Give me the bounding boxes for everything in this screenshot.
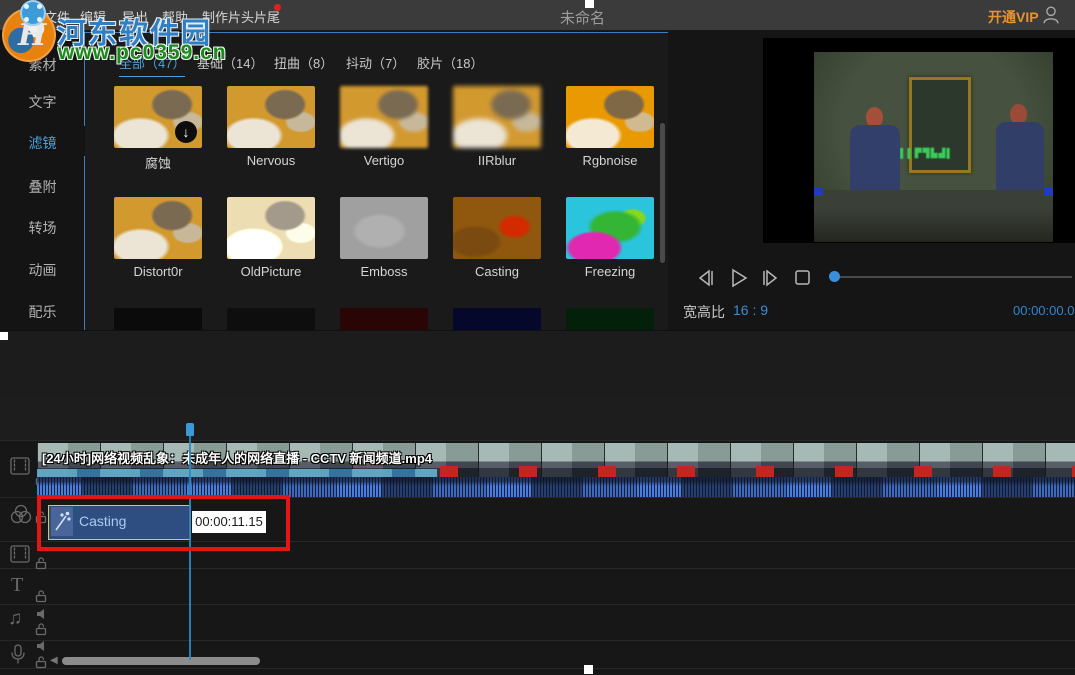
aspect-ratio-value[interactable]: 16 : 9: [733, 302, 768, 318]
video-track-icon: [8, 454, 32, 483]
sidebar-item-overlays[interactable]: 叠附: [0, 177, 85, 197]
anchor-right-body: [996, 122, 1044, 193]
seek-bar[interactable]: [836, 276, 1072, 278]
play-button[interactable]: [727, 266, 749, 295]
filter-thumb-row3[interactable]: [340, 308, 428, 332]
user-account-icon[interactable]: [1040, 4, 1062, 31]
download-icon: ↓: [175, 121, 197, 143]
filter-name: Casting: [453, 264, 541, 279]
filter-name: Emboss: [340, 264, 428, 279]
filter-name: OldPicture: [227, 264, 315, 279]
menu-file[interactable]: 文件: [44, 7, 70, 26]
text-track-icon: T: [11, 574, 23, 597]
filter-thumb-row3[interactable]: [453, 308, 541, 332]
window-artifact-left: [0, 332, 8, 340]
lock-track-icon[interactable]: [35, 655, 47, 674]
playhead-handle[interactable]: [186, 423, 194, 436]
panel-scrollbar[interactable]: [660, 123, 665, 263]
video-preview-image: ▌▌▛▜▙▟▌: [814, 52, 1053, 242]
sidebar-item-transitions[interactable]: 转场: [0, 218, 85, 238]
sidebar: 素材 文字 滤镜 叠附 转场 动画 配乐: [0, 30, 85, 330]
thumbnail-badges: [440, 466, 1075, 477]
aspect-ratio-label: 宽高比: [683, 302, 725, 322]
music-track-icon: ♫: [8, 608, 22, 630]
window-artifact-bottom: [584, 665, 593, 674]
filter-name: Freezing: [566, 264, 654, 279]
video-editor-window: 文件 编辑 导出 帮助 制作片头片尾 未命名 开通VIP H 河东软件园 www…: [0, 0, 1075, 675]
desk-marker-left: [814, 187, 823, 196]
studio-caption: ▌▌▛▜▙▟▌: [900, 148, 990, 159]
filter-name: Vertigo: [340, 153, 428, 168]
pip-track-icon: [8, 542, 32, 571]
next-frame-button[interactable]: [759, 266, 781, 295]
sidebar-item-music[interactable]: 配乐: [0, 302, 85, 322]
sidebar-item-animation[interactable]: 动画: [0, 260, 85, 280]
tab-distort[interactable]: 扭曲（8）: [274, 53, 333, 76]
filter-panel: 全部（47） 基础（14） 扭曲（8） 抖动（7） 胶片（18） ↓ 腐蚀 Ne…: [84, 32, 670, 332]
filter-track-icon: [8, 502, 34, 531]
active-tab-notch: [84, 126, 85, 156]
filter-thumb-distort0r[interactable]: [114, 197, 202, 259]
stop-button[interactable]: [792, 267, 812, 294]
tab-basic[interactable]: 基础（14）: [197, 53, 263, 76]
filter-thumb-corrode[interactable]: ↓: [114, 86, 202, 148]
horizontal-scrollbar[interactable]: [62, 657, 260, 665]
voiceover-track-icon: [8, 642, 28, 671]
filter-thumb-row3[interactable]: [227, 308, 315, 332]
menu-intro-outro[interactable]: 制作片头片尾: [202, 7, 280, 26]
filter-name: IIRblur: [453, 153, 541, 168]
timeline-ruler[interactable]: 00:00:00.00 00:00:16.00 00:00:32.00 00:0…: [0, 397, 1075, 440]
video-clip-name: [24小时]网络视频乱象：未成年人的网络直播 - CCTV 新闻频道.mp4: [42, 448, 432, 467]
lock-track-icon[interactable]: [35, 556, 47, 575]
menu-edit[interactable]: 编辑: [80, 7, 106, 26]
notification-dot: [274, 4, 281, 11]
sidebar-item-media[interactable]: 素材: [0, 55, 85, 75]
filter-thumb-row3[interactable]: [114, 308, 202, 332]
anchor-left-body: [850, 125, 900, 193]
title-bar: 文件 编辑 导出 帮助 制作片头片尾 未命名 开通VIP: [0, 0, 1075, 30]
filter-name: Distort0r: [114, 264, 202, 279]
filter-thumb-vertigo[interactable]: [340, 86, 428, 148]
project-title: 未命名: [560, 7, 670, 28]
filter-thumb-casting[interactable]: [453, 197, 541, 259]
tab-all[interactable]: 全部（47）: [119, 53, 185, 77]
tab-film[interactable]: 胶片（18）: [417, 53, 483, 76]
anchor-left-head: [866, 107, 883, 127]
audio-waveform[interactable]: [37, 477, 1075, 497]
anchor-right-head: [1010, 104, 1027, 124]
scroll-left-arrow[interactable]: ◀: [50, 655, 58, 666]
thumbnail-lower-third: [37, 469, 437, 477]
filter-thumb-rgbnoise[interactable]: [566, 86, 654, 148]
annotation-highlight: [37, 495, 290, 551]
filter-name: Nervous: [227, 153, 315, 168]
sidebar-item-text[interactable]: 文字: [0, 92, 85, 112]
video-frame: ▌▌▛▜▙▟▌: [763, 38, 1075, 243]
filter-thumb-row3[interactable]: [566, 308, 654, 332]
lock-track-icon[interactable]: [35, 589, 47, 608]
menu-export[interactable]: 导出: [122, 7, 148, 26]
menu-help[interactable]: 帮助: [162, 7, 188, 26]
preview-timecode: 00:00:00.0: [1013, 303, 1075, 318]
desk-marker-right: [1044, 187, 1053, 196]
studio-desk: [814, 190, 1053, 242]
filter-thumb-freezing[interactable]: [566, 197, 654, 259]
filter-thumb-emboss[interactable]: [340, 197, 428, 259]
timeline-toolbar: 导出: [0, 330, 1075, 398]
tab-shake[interactable]: 抖动（7）: [346, 53, 405, 76]
vip-button[interactable]: 开通VIP: [988, 7, 1039, 27]
filter-name: 腐蚀: [114, 153, 202, 172]
sidebar-item-filters[interactable]: 滤镜: [0, 133, 85, 153]
filter-thumb-oldpicture[interactable]: [227, 197, 315, 259]
preview-panel: ▌▌▛▜▙▟▌: [668, 30, 1075, 330]
prev-frame-button[interactable]: [695, 266, 717, 295]
filter-thumb-nervous[interactable]: [227, 86, 315, 148]
filter-name: Rgbnoise: [566, 153, 654, 168]
filter-thumb-iirblur[interactable]: [453, 86, 541, 148]
seek-handle[interactable]: [829, 271, 840, 282]
